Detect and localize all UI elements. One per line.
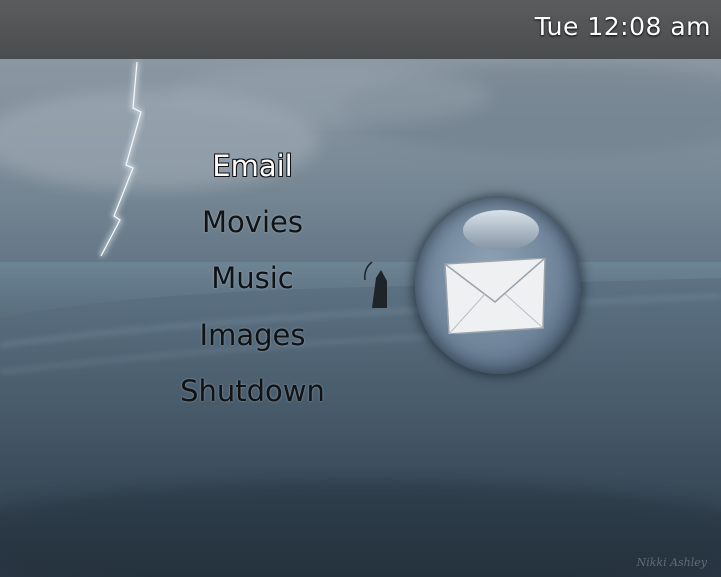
envelope-icon [444,258,546,334]
media-center-screen: Tue 12:08 am Email Movies Music Images S… [0,0,721,577]
menu-item-movies[interactable]: Movies [0,205,505,239]
email-preview-orb[interactable] [415,198,581,374]
status-bar: Tue 12:08 am [0,0,721,59]
menu-item-email[interactable]: Email [0,149,505,183]
wallpaper-signature: Nikki Ashley [636,556,707,569]
orb-highlight [463,210,539,250]
menu-item-shutdown[interactable]: Shutdown [0,374,505,408]
clock-label: Tue 12:08 am [534,12,711,41]
